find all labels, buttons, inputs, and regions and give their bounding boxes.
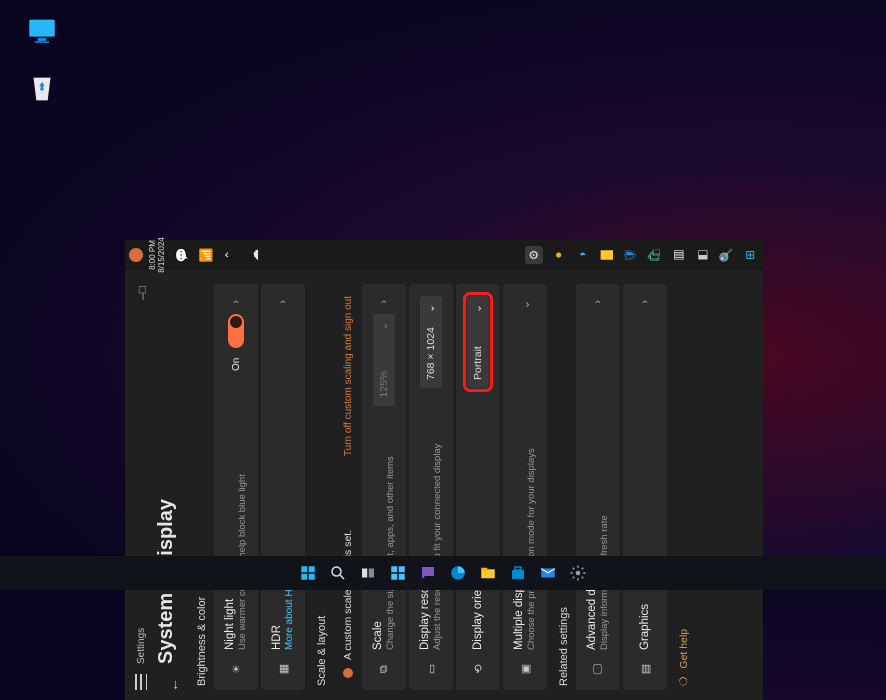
chevron-right-icon[interactable]: ›: [230, 296, 242, 308]
help-icon: ❍: [678, 677, 690, 686]
chevron-down-icon: ⌄: [472, 304, 484, 313]
hdr-more-link[interactable]: More about HDR: [284, 318, 295, 650]
network-icon[interactable]: 📶: [197, 246, 215, 264]
tray-chevron-icon[interactable]: ⌃: [221, 246, 239, 264]
settings-window-container: Settings ← –□ System › Display Brightnes…: [125, 62, 763, 522]
chevron-down-icon: ⌄: [378, 322, 390, 331]
search-icon[interactable]: [326, 561, 350, 585]
rotated-taskbar: 8:00 PM 8/15/2024 💬 📶 ⌃ ☁ ⚙ ● ◑ ▇ 🛡 🛍 ▥ …: [125, 240, 763, 270]
row-advanced-display[interactable]: 🖵 Advanced display Display information, …: [576, 284, 620, 690]
taskbar-settings-icon[interactable]: ⚙: [525, 246, 543, 264]
resolution-dropdown[interactable]: 768 × 1024 ⌄: [420, 296, 442, 388]
orientation-icon: ⟲: [469, 660, 487, 678]
clock[interactable]: 8:00 PM 8/15/2024: [149, 237, 167, 273]
advanced-display-label: Advanced display: [586, 318, 598, 650]
multiple-displays-label: Multiple displays: [513, 323, 525, 650]
breadcrumb: System › Display: [155, 284, 178, 664]
row-multiple-displays[interactable]: ▣ Multiple displays Choose the presentat…: [503, 284, 547, 690]
row-display-orientation[interactable]: ⟲ Display orientation Portrait ⌄: [456, 284, 500, 690]
chevron-down-icon[interactable]: ⌄: [519, 296, 532, 313]
taskbar-store-icon[interactable]: 🛍: [645, 246, 663, 264]
multiple-displays-desc: Choose the presentation mode for your di…: [526, 323, 537, 650]
taskbar-search-icon[interactable]: 🔍: [717, 246, 735, 264]
scale-value: 125%: [378, 371, 390, 398]
user-avatar-icon[interactable]: [129, 248, 143, 262]
taskbar-app2-icon[interactable]: ▥: [669, 246, 687, 264]
section-related-settings: Related settings: [558, 284, 570, 686]
scale-dropdown[interactable]: 125% ⌄: [373, 314, 395, 406]
row-graphics[interactable]: ▤ Graphics ›: [623, 284, 667, 690]
orientation-dropdown[interactable]: Portrait ⌄: [467, 296, 489, 388]
get-help-link[interactable]: ❍ Get help: [670, 284, 698, 690]
desktop-icon-this-pc[interactable]: [18, 14, 66, 50]
edge-icon[interactable]: [446, 561, 470, 585]
chevron-right-icon[interactable]: ›: [378, 296, 390, 308]
turn-off-custom-scaling-link[interactable]: Turn off custom scaling and sign out: [343, 296, 354, 456]
get-help-label: Get help: [678, 629, 690, 669]
night-light-desc: Use warmer colors to help block blue lig…: [237, 381, 248, 650]
row-display-resolution[interactable]: ▭ Display resolution Adjust the resoluti…: [409, 284, 453, 690]
night-light-toggle-state: On: [231, 358, 242, 371]
taskbar-start-icon[interactable]: ⊞: [741, 246, 759, 264]
settings-window: Settings ← –□ System › Display Brightnes…: [125, 240, 763, 700]
hdr-label: HDR: [271, 318, 283, 650]
breadcrumb-system[interactable]: System: [155, 593, 178, 664]
back-arrow-icon[interactable]: ←: [165, 678, 181, 692]
resolution-desc: Adjust the resolution to fit your connec…: [432, 398, 443, 650]
night-light-icon: ☀: [227, 660, 245, 678]
resolution-value: 768 × 1024: [425, 327, 437, 380]
app-title: Settings: [136, 628, 147, 664]
scale-icon: ⧉: [375, 660, 393, 678]
orientation-label: Display orientation: [472, 398, 484, 650]
row-hdr[interactable]: ▦ HDR More about HDR ›: [261, 284, 305, 690]
taskbar-app3-icon[interactable]: ◧: [693, 246, 711, 264]
row-night-light[interactable]: ☀ Night light Use warmer colors to help …: [214, 284, 258, 690]
multiple-displays-icon: ▣: [516, 660, 534, 678]
mail-icon[interactable]: [536, 561, 560, 585]
clock-date: 8/15/2024: [158, 237, 167, 273]
graphics-icon: ▤: [636, 660, 654, 678]
chevron-right-icon[interactable]: ›: [639, 296, 651, 308]
resolution-icon: ▭: [422, 660, 440, 678]
taskbar-explorer-icon[interactable]: ▇: [597, 246, 615, 264]
scale-label: Scale: [372, 416, 384, 650]
warning-dot-icon: [343, 668, 353, 678]
scale-desc: Change the size of text, apps, and other…: [385, 416, 396, 650]
store-icon[interactable]: [506, 561, 530, 585]
chevron-right-icon[interactable]: ›: [277, 296, 289, 308]
row-scale[interactable]: ⧉ Scale Change the size of text, apps, a…: [362, 284, 406, 690]
resolution-label: Display resolution: [419, 398, 431, 650]
night-light-label: Night light: [224, 381, 236, 650]
widgets-icon[interactable]: [386, 561, 410, 585]
onedrive-icon[interactable]: ☁: [245, 246, 263, 264]
section-brightness-color: Brightness & color: [196, 284, 208, 686]
orientation-value: Portrait: [472, 346, 484, 380]
taskview-icon[interactable]: [356, 561, 380, 585]
taskbar-edge-icon[interactable]: ◑: [573, 246, 591, 264]
start-icon[interactable]: [296, 561, 320, 585]
advanced-display-desc: Display information, refresh rate: [599, 318, 610, 650]
section-scale-layout: Scale & layout: [316, 284, 328, 686]
settings-icon[interactable]: [566, 561, 590, 585]
taskbar-security-icon[interactable]: 🛡: [621, 246, 639, 264]
row-custom-scale-warning: A custom scale factor is set. Turn off c…: [334, 284, 362, 690]
hamburger-icon[interactable]: [135, 674, 147, 690]
chevron-right-icon[interactable]: ›: [592, 296, 604, 308]
chat-icon[interactable]: [416, 561, 440, 585]
notifications-icon[interactable]: 💬: [173, 246, 191, 264]
monitor-icon: 🖵: [589, 660, 607, 678]
night-light-toggle[interactable]: [228, 314, 244, 348]
chevron-down-icon: ⌄: [425, 304, 437, 313]
window-header: Settings: [135, 284, 147, 690]
pin-icon[interactable]: –□: [135, 286, 149, 300]
taskbar-app-icon[interactable]: ●: [549, 246, 567, 264]
graphics-label: Graphics: [639, 318, 651, 650]
desktop-icon-recycle-bin[interactable]: [18, 72, 66, 108]
explorer-icon[interactable]: [476, 561, 500, 585]
host-taskbar: [0, 556, 886, 590]
hdr-icon: ▦: [274, 660, 292, 678]
